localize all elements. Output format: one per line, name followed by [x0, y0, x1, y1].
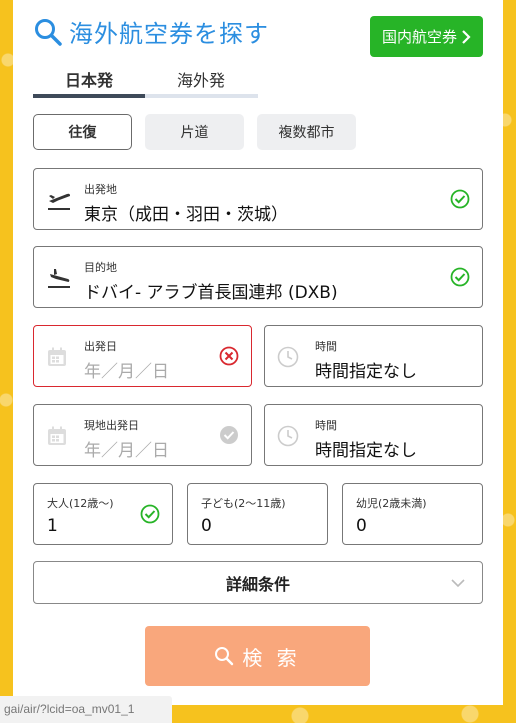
check-circle-icon — [450, 267, 470, 287]
adult-label: 大人(12歳～) — [47, 497, 114, 510]
search-icon — [35, 18, 62, 46]
search-panel: 海外航空券を探す 国内航空券 日本発 海外発 往復 片道 複数都市 出発地 東京… — [13, 0, 503, 705]
search-label: 検 索 — [242, 645, 301, 670]
check-circle-icon — [450, 189, 470, 209]
destination-value: ドバイ- アラブ首長国連邦 (DXB) — [84, 283, 338, 303]
local-departure-date-placeholder: 年／月／日 — [84, 441, 169, 461]
status-bar-url: gai/air/?lcid=oa_mv01_1 — [0, 696, 172, 723]
chevron-right-icon — [462, 29, 471, 44]
child-count-field[interactable]: 子ども(2～11歳) 0 — [187, 483, 328, 545]
infant-label: 幼児(2歳未満) — [356, 497, 427, 510]
departure-date-label: 出発日 — [84, 340, 117, 353]
destination-field[interactable]: 目的地 ドバイ- アラブ首長国連邦 (DXB) — [33, 246, 483, 308]
check-circle-icon — [220, 426, 238, 444]
origin-label: 出発地 — [84, 183, 117, 196]
calendar-icon — [48, 347, 66, 366]
child-label: 子ども(2～11歳) — [201, 497, 286, 510]
airplane-takeoff-icon — [48, 193, 70, 210]
departure-date-placeholder: 年／月／日 — [84, 362, 169, 382]
local-departure-time-label: 時間 — [315, 419, 337, 432]
departure-date-field[interactable]: 出発日 年／月／日 — [33, 325, 252, 387]
departure-time-field[interactable]: 時間 時間指定なし — [264, 325, 483, 387]
error-x-circle-icon — [219, 346, 239, 366]
infant-value: 0 — [356, 516, 367, 536]
airplane-landing-icon — [48, 269, 70, 288]
tab-from-japan[interactable]: 日本発 — [33, 65, 145, 98]
origin-field[interactable]: 出発地 東京（成田・羽田・茨城） — [33, 168, 483, 230]
clock-icon — [277, 425, 299, 447]
local-departure-time-value: 時間指定なし — [315, 441, 417, 461]
domestic-flights-label: 国内航空券 — [381, 28, 457, 46]
multi-city-button[interactable]: 複数都市 — [257, 114, 356, 150]
origin-value: 東京（成田・羽田・茨城） — [84, 205, 288, 225]
local-departure-time-field[interactable]: 時間 時間指定なし — [264, 404, 483, 466]
chevron-down-icon — [451, 579, 465, 588]
adult-value: 1 — [47, 516, 58, 536]
tab-from-overseas[interactable]: 海外発 — [145, 65, 257, 94]
departure-time-value: 時間指定なし — [315, 362, 417, 382]
departure-time-label: 時間 — [315, 340, 337, 353]
local-departure-date-label: 現地出発日 — [84, 419, 139, 432]
details-toggle-button[interactable]: 詳細条件 — [33, 561, 483, 604]
calendar-icon — [48, 426, 66, 445]
one-way-button[interactable]: 片道 — [145, 114, 244, 150]
search-button[interactable]: 検 索 — [145, 626, 370, 686]
domestic-flights-button[interactable]: 国内航空券 — [370, 16, 483, 57]
search-icon — [215, 647, 234, 666]
clock-icon — [277, 346, 299, 368]
round-trip-button[interactable]: 往復 — [33, 114, 132, 150]
departure-region-tabs: 日本発 海外発 — [33, 65, 258, 98]
local-departure-date-field[interactable]: 現地出発日 年／月／日 — [33, 404, 252, 466]
infant-count-field[interactable]: 幼児(2歳未満) 0 — [342, 483, 483, 545]
child-value: 0 — [201, 516, 212, 536]
page-title: 海外航空券を探す — [69, 20, 269, 48]
trip-type-selector: 往復 片道 複数都市 — [33, 114, 356, 150]
panel-header: 海外航空券を探す — [33, 14, 269, 49]
adult-count-field[interactable]: 大人(12歳～) 1 — [33, 483, 173, 545]
details-label: 詳細条件 — [225, 574, 290, 594]
check-circle-icon — [140, 504, 160, 524]
destination-label: 目的地 — [84, 261, 117, 274]
